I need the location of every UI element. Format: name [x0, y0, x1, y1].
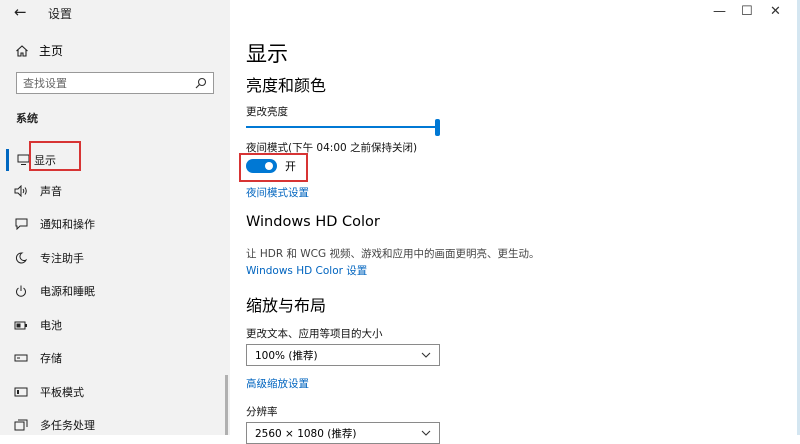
- sidebar-item-label: 电池: [40, 319, 62, 332]
- home-link[interactable]: 主页: [15, 42, 63, 59]
- hdr-description: 让 HDR 和 WCG 视频、游戏和应用中的画面更明亮、更生动。: [246, 248, 540, 260]
- main-panel: — ☐ ✕ 显示 亮度和颜色 更改亮度 夜间模式(下午 04:00 之前保持关闭…: [230, 0, 800, 444]
- sidebar-item-power-sleep[interactable]: 电源和睡眠: [0, 277, 230, 305]
- sidebar-item-tablet-mode[interactable]: 平板模式: [0, 378, 230, 406]
- size-dropdown[interactable]: 100% (推荐): [246, 344, 440, 366]
- night-light-settings-link[interactable]: 夜间模式设置: [246, 185, 309, 200]
- sidebar-item-label: 通知和操作: [40, 218, 95, 231]
- sidebar-item-label: 多任务处理: [40, 419, 95, 432]
- resolution-dropdown[interactable]: 2560 × 1080 (推荐): [246, 422, 440, 444]
- sidebar-item-storage[interactable]: 存储: [0, 344, 230, 372]
- sidebar-item-label: 存储: [40, 352, 62, 365]
- brightness-slider-track[interactable]: [246, 126, 436, 128]
- sidebar-item-label: 电源和睡眠: [40, 285, 95, 298]
- section-heading-brightness: 亮度和颜色: [246, 76, 327, 95]
- sidebar-item-focus-assist[interactable]: 专注助手: [0, 244, 230, 272]
- search-box[interactable]: [16, 72, 214, 94]
- chevron-down-icon: [421, 352, 431, 358]
- highlight-box-toggle: [239, 153, 308, 182]
- moon-icon: [2, 252, 40, 264]
- sidebar-item-notifications[interactable]: 通知和操作: [0, 210, 230, 238]
- window-title: 设置: [48, 7, 73, 21]
- brightness-label: 更改亮度: [246, 106, 288, 118]
- sidebar-item-battery[interactable]: 电池: [0, 311, 230, 339]
- section-label-system: 系统: [16, 112, 38, 125]
- multitask-icon: [2, 419, 40, 431]
- maximize-icon[interactable]: ☐: [741, 4, 753, 19]
- notification-icon: [2, 218, 40, 230]
- chevron-down-icon: [421, 430, 431, 436]
- close-icon[interactable]: ✕: [770, 4, 781, 19]
- sidebar-item-label: 声音: [40, 185, 62, 198]
- section-heading-hdr: Windows HD Color: [246, 214, 380, 230]
- sidebar-scrollbar[interactable]: [225, 375, 228, 435]
- search-input[interactable]: [23, 76, 183, 90]
- minimize-icon[interactable]: —: [713, 4, 726, 19]
- sidebar: ← 设置 主页 系统 显示 声音 通知和操作: [0, 0, 230, 435]
- resolution-label: 分辨率: [246, 406, 278, 418]
- page-title: 显示: [246, 42, 288, 66]
- sidebar-item-label: 平板模式: [40, 386, 84, 399]
- advanced-scaling-link[interactable]: 高级缩放设置: [246, 376, 309, 391]
- back-arrow-icon[interactable]: ←: [14, 3, 27, 21]
- battery-icon: [2, 321, 40, 330]
- tablet-icon: [2, 387, 40, 397]
- power-icon: [2, 285, 40, 297]
- sidebar-item-label: 专注助手: [40, 252, 84, 265]
- storage-icon: [2, 354, 40, 362]
- section-heading-scale: 缩放与布局: [246, 296, 327, 315]
- size-label: 更改文本、应用等项目的大小: [246, 328, 383, 340]
- brightness-slider-thumb[interactable]: [435, 119, 440, 136]
- hdr-settings-link[interactable]: Windows HD Color 设置: [246, 263, 367, 278]
- resolution-dropdown-value: 2560 × 1080 (推荐): [255, 427, 357, 440]
- speaker-icon: [2, 185, 40, 197]
- highlight-box-display: [29, 141, 81, 171]
- sidebar-item-sound[interactable]: 声音: [0, 177, 230, 205]
- size-dropdown-value: 100% (推荐): [255, 349, 318, 362]
- home-icon: [16, 44, 28, 57]
- search-icon[interactable]: [195, 77, 207, 89]
- home-label: 主页: [39, 44, 64, 58]
